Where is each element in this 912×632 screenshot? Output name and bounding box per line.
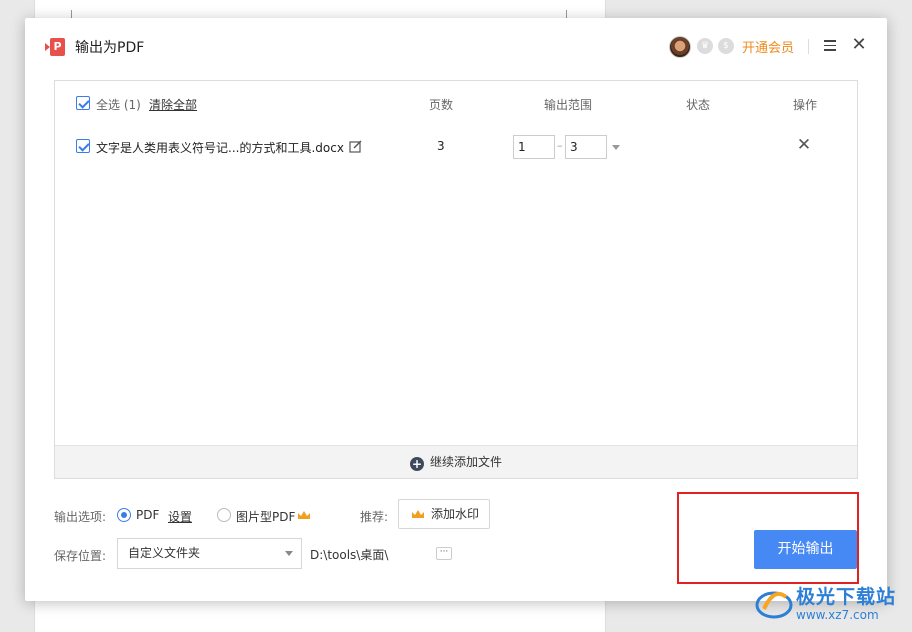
column-status: 状态 bbox=[686, 98, 711, 112]
coin-badge-icon[interactable]: $ bbox=[718, 38, 734, 54]
range-from-input[interactable]: 1 bbox=[513, 135, 555, 159]
vip-crown-icon bbox=[298, 511, 310, 519]
add-watermark-button[interactable]: 添加水印 bbox=[398, 499, 490, 529]
range-dropdown-icon[interactable] bbox=[612, 145, 620, 150]
crown-badge-icon[interactable]: ♛ bbox=[697, 38, 713, 54]
file-list-panel: 全选 (1) 清除全部 页数 输出范围 状态 操作 文字是人类用表义符号记...… bbox=[54, 80, 858, 479]
file-list-header: 全选 (1) 清除全部 页数 输出范围 状态 操作 bbox=[55, 81, 857, 125]
pdf-app-icon: P bbox=[45, 38, 65, 56]
select-all-label[interactable]: 全选 (1) bbox=[96, 96, 141, 113]
highlight-box bbox=[677, 492, 859, 584]
watermark-logo-icon bbox=[755, 591, 793, 619]
image-pdf-radio[interactable] bbox=[217, 508, 231, 522]
watermark-url: www.xz7.com bbox=[796, 608, 879, 622]
chevron-down-icon bbox=[285, 551, 293, 556]
user-avatar[interactable] bbox=[669, 36, 691, 58]
watermark-text: 极光下载站 bbox=[796, 586, 897, 608]
select-all-checkbox[interactable] bbox=[76, 96, 90, 110]
menu-icon[interactable] bbox=[824, 40, 836, 51]
output-options-label: 输出选项: bbox=[54, 510, 107, 524]
range-dash: – bbox=[557, 139, 563, 152]
save-path: D:\tools\桌面\ bbox=[310, 548, 389, 562]
file-page-count: 3 bbox=[437, 139, 445, 153]
browse-folder-button[interactable]: ··· bbox=[436, 547, 452, 560]
pdf-radio[interactable] bbox=[117, 508, 131, 522]
column-actions: 操作 bbox=[793, 98, 818, 112]
file-name: 文字是人类用表义符号记...的方式和工具.docx bbox=[96, 141, 344, 155]
pdf-option-label[interactable]: PDF bbox=[136, 508, 159, 522]
remove-file-icon[interactable]: ✕ bbox=[796, 137, 812, 154]
file-checkbox[interactable] bbox=[76, 139, 90, 153]
save-location-value: 自定义文件夹 bbox=[128, 546, 201, 560]
titlebar-divider bbox=[808, 39, 809, 54]
add-more-label: 继续添加文件 bbox=[429, 455, 502, 469]
close-icon[interactable]: ✕ bbox=[851, 36, 867, 54]
image-pdf-option-label[interactable]: 图片型PDF bbox=[236, 508, 295, 525]
edit-icon[interactable] bbox=[349, 140, 362, 153]
column-pages: 页数 bbox=[429, 98, 454, 112]
column-range: 输出范围 bbox=[544, 98, 593, 112]
recommend-label: 推荐: bbox=[360, 510, 389, 524]
save-location-select[interactable]: 自定义文件夹 bbox=[117, 538, 302, 569]
dialog-title: 输出为PDF bbox=[75, 40, 145, 56]
settings-link[interactable]: 设置 bbox=[168, 508, 192, 525]
plus-circle-icon: + bbox=[409, 457, 424, 471]
file-row: 文字是人类用表义符号记...的方式和工具.docx 3 1 – 3 ✕ bbox=[55, 125, 857, 169]
crown-icon bbox=[412, 510, 424, 518]
range-to-input[interactable]: 3 bbox=[565, 135, 607, 159]
add-more-files-button[interactable]: + 继续添加文件 bbox=[55, 445, 857, 478]
site-watermark: 极光下载站 www.xz7.com bbox=[752, 579, 912, 629]
clear-all-link[interactable]: 清除全部 bbox=[149, 96, 197, 113]
save-location-label: 保存位置: bbox=[54, 549, 107, 563]
dialog-titlebar: P 输出为PDF ♛ $ 开通会员 ✕ bbox=[25, 18, 887, 74]
add-watermark-label: 添加水印 bbox=[431, 507, 480, 521]
open-vip-link[interactable]: 开通会员 bbox=[742, 37, 794, 56]
